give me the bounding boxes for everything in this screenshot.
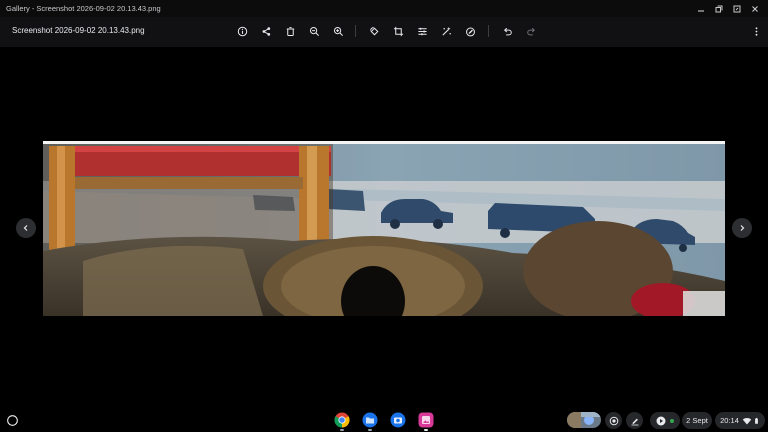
holding-space-preview-image bbox=[567, 412, 601, 428]
restore-icon bbox=[715, 5, 723, 12]
running-indicator bbox=[424, 429, 428, 431]
info-icon bbox=[237, 26, 247, 36]
date-label: 2 Sept bbox=[686, 416, 708, 425]
toolbar-divider bbox=[355, 25, 356, 37]
battery-icon bbox=[754, 417, 758, 424]
media-controls-pill[interactable] bbox=[650, 412, 680, 429]
more-options-button[interactable] bbox=[747, 22, 765, 40]
launcher-button[interactable] bbox=[4, 412, 21, 429]
system-shelf: 2 Sept 20:14 bbox=[0, 409, 768, 432]
fullscreen-button[interactable] bbox=[728, 0, 746, 17]
launcher-icon bbox=[7, 415, 18, 426]
chevron-right-icon bbox=[740, 225, 745, 231]
chrome-icon bbox=[334, 412, 350, 428]
gallery-app[interactable] bbox=[417, 411, 435, 431]
previous-image-button[interactable] bbox=[16, 218, 36, 238]
zoom-out-button[interactable] bbox=[305, 22, 323, 40]
share-button[interactable] bbox=[257, 22, 275, 40]
zoom-out-icon bbox=[309, 26, 319, 36]
displayed-photo[interactable] bbox=[43, 141, 725, 316]
close-icon bbox=[752, 5, 758, 12]
files-icon bbox=[362, 412, 378, 428]
crop-button[interactable] bbox=[389, 22, 407, 40]
holding-space-thumbnail[interactable] bbox=[567, 412, 601, 428]
date-tray[interactable]: 2 Sept bbox=[682, 412, 712, 429]
redo-button[interactable] bbox=[522, 22, 540, 40]
chevron-left-icon bbox=[23, 225, 28, 231]
media-active-dot bbox=[670, 418, 674, 423]
camera-icon bbox=[390, 412, 406, 428]
file-name: Screenshot 2026-09-02 20.13.43.png bbox=[12, 26, 145, 35]
zoom-in-icon bbox=[333, 26, 343, 36]
info-button[interactable] bbox=[233, 22, 251, 40]
image-viewer bbox=[0, 47, 768, 409]
running-indicator bbox=[340, 429, 344, 431]
toolbar-divider bbox=[488, 25, 489, 37]
share-icon bbox=[262, 26, 270, 36]
fullscreen-icon bbox=[733, 5, 741, 12]
crop-icon bbox=[393, 26, 403, 36]
stylus-icon bbox=[631, 418, 638, 425]
rotate-button[interactable] bbox=[365, 22, 383, 40]
status-tray[interactable]: 20:14 bbox=[715, 412, 765, 429]
wifi-icon bbox=[742, 417, 752, 424]
annotate-button[interactable] bbox=[461, 22, 479, 40]
redo-icon bbox=[526, 27, 535, 35]
next-image-button[interactable] bbox=[732, 218, 752, 238]
photo-image bbox=[43, 141, 725, 316]
window-title-bar: Gallery - Screenshot 2026-09-02 20.13.43… bbox=[0, 0, 768, 17]
files-app[interactable] bbox=[361, 411, 379, 431]
more-icon bbox=[755, 26, 757, 36]
close-button[interactable] bbox=[746, 0, 764, 17]
adjust-button[interactable] bbox=[413, 22, 431, 40]
annotate-icon bbox=[465, 27, 475, 36]
delete-button[interactable] bbox=[281, 22, 299, 40]
gallery-toolbar: Screenshot 2026-09-02 20.13.43.png bbox=[0, 17, 768, 47]
zoom-in-button[interactable] bbox=[329, 22, 347, 40]
lighting-filters-icon bbox=[441, 26, 451, 36]
window-title: Gallery - Screenshot 2026-09-02 20.13.43… bbox=[6, 4, 161, 13]
rotate-icon bbox=[369, 26, 378, 35]
lighting-filters-button[interactable] bbox=[437, 22, 455, 40]
chrome-app[interactable] bbox=[333, 411, 351, 431]
time-label: 20:14 bbox=[720, 416, 739, 425]
screen-capture-button[interactable] bbox=[605, 412, 622, 429]
minimize-button[interactable] bbox=[692, 0, 710, 17]
undo-icon bbox=[503, 27, 512, 35]
delete-icon bbox=[286, 26, 294, 36]
media-play-icon bbox=[656, 416, 666, 425]
minimize-icon bbox=[698, 9, 704, 12]
running-indicator bbox=[368, 429, 372, 431]
screen-capture-icon bbox=[609, 416, 618, 425]
restore-button[interactable] bbox=[710, 0, 728, 17]
adjust-icon bbox=[417, 27, 427, 35]
stylus-tools-button[interactable] bbox=[626, 412, 643, 429]
camera-app[interactable] bbox=[389, 411, 407, 429]
undo-button[interactable] bbox=[498, 22, 516, 40]
gallery-icon bbox=[418, 412, 434, 428]
window-controls bbox=[692, 0, 768, 17]
